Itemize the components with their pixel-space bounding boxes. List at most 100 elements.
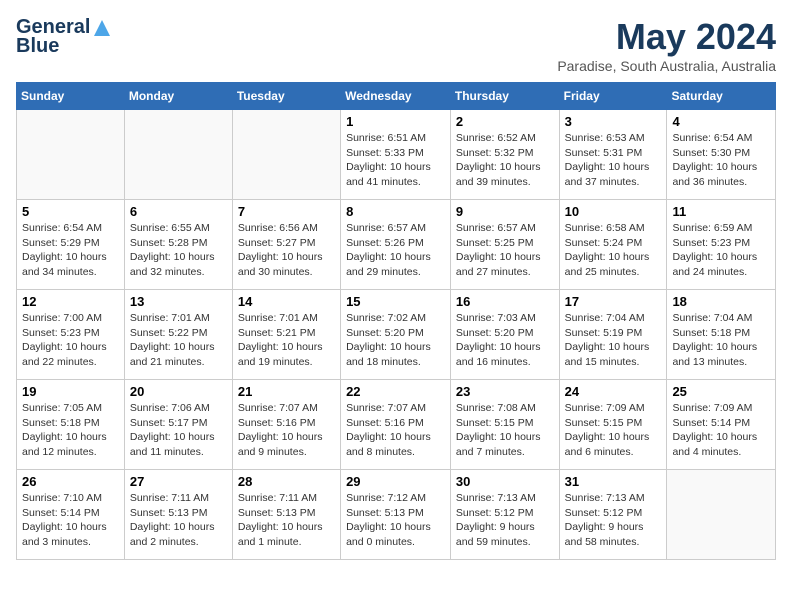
day-number: 7 bbox=[238, 204, 335, 219]
day-info: Sunrise: 6:51 AMSunset: 5:33 PMDaylight:… bbox=[346, 131, 445, 190]
calendar-cell: 10 Sunrise: 6:58 AMSunset: 5:24 PMDayligh… bbox=[559, 200, 667, 290]
day-number: 17 bbox=[565, 294, 662, 309]
calendar-cell: 26 Sunrise: 7:10 AMSunset: 5:14 PMDayligh… bbox=[17, 470, 125, 560]
col-header-monday: Monday bbox=[124, 83, 232, 110]
calendar-cell: 30Sunrise: 7:13 AMSunset: 5:12 PMDayligh… bbox=[450, 470, 559, 560]
calendar-cell: 24 Sunrise: 7:09 AMSunset: 5:15 PMDayligh… bbox=[559, 380, 667, 470]
day-number: 14 bbox=[238, 294, 335, 309]
calendar-cell: 13Sunrise: 7:01 AMSunset: 5:22 PMDayligh… bbox=[124, 290, 232, 380]
calendar-cell: 9Sunrise: 6:57 AMSunset: 5:25 PMDaylight… bbox=[450, 200, 559, 290]
day-number: 4 bbox=[672, 114, 770, 129]
calendar-cell: 2 Sunrise: 6:52 AMSunset: 5:32 PMDaylight… bbox=[450, 110, 559, 200]
calendar-cell: 17 Sunrise: 7:04 AMSunset: 5:19 PMDayligh… bbox=[559, 290, 667, 380]
logo: General Blue bbox=[16, 16, 112, 58]
day-info: Sunrise: 7:05 AMSunset: 5:18 PMDaylight:… bbox=[22, 401, 119, 460]
day-info: Sunrise: 7:08 AMSunset: 5:15 PMDaylight:… bbox=[456, 401, 554, 460]
calendar-cell: 22Sunrise: 7:07 AMSunset: 5:16 PMDayligh… bbox=[341, 380, 451, 470]
day-number: 18 bbox=[672, 294, 770, 309]
calendar-cell: 21 Sunrise: 7:07 AMSunset: 5:16 PMDayligh… bbox=[232, 380, 340, 470]
calendar-cell: 25 Sunrise: 7:09 AMSunset: 5:14 PMDayligh… bbox=[667, 380, 776, 470]
day-info: Sunrise: 6:54 AMSunset: 5:29 PMDaylight:… bbox=[22, 221, 119, 280]
calendar-week-row: 26 Sunrise: 7:10 AMSunset: 5:14 PMDayligh… bbox=[17, 470, 776, 560]
col-header-saturday: Saturday bbox=[667, 83, 776, 110]
day-number: 20 bbox=[130, 384, 227, 399]
day-number: 28 bbox=[238, 474, 335, 489]
day-number: 13 bbox=[130, 294, 227, 309]
day-info: Sunrise: 6:58 AMSunset: 5:24 PMDaylight:… bbox=[565, 221, 662, 280]
day-info: Sunrise: 6:56 AMSunset: 5:27 PMDaylight:… bbox=[238, 221, 335, 280]
day-info: Sunrise: 7:03 AMSunset: 5:20 PMDaylight:… bbox=[456, 311, 554, 370]
day-info: Sunrise: 7:09 AMSunset: 5:15 PMDaylight:… bbox=[565, 401, 662, 460]
calendar-cell bbox=[232, 110, 340, 200]
day-number: 23 bbox=[456, 384, 554, 399]
title-area: May 2024 Paradise, South Australia, Aust… bbox=[557, 16, 776, 74]
day-info: Sunrise: 6:57 AMSunset: 5:26 PMDaylight:… bbox=[346, 221, 445, 280]
calendar-cell: 29Sunrise: 7:12 AMSunset: 5:13 PMDayligh… bbox=[341, 470, 451, 560]
day-number: 5 bbox=[22, 204, 119, 219]
day-number: 10 bbox=[565, 204, 662, 219]
day-info: Sunrise: 7:04 AMSunset: 5:18 PMDaylight:… bbox=[672, 311, 770, 370]
calendar-cell: 5 Sunrise: 6:54 AMSunset: 5:29 PMDaylight… bbox=[17, 200, 125, 290]
calendar-week-row: 19 Sunrise: 7:05 AMSunset: 5:18 PMDayligh… bbox=[17, 380, 776, 470]
day-number: 19 bbox=[22, 384, 119, 399]
calendar-cell: 14Sunrise: 7:01 AMSunset: 5:21 PMDayligh… bbox=[232, 290, 340, 380]
day-number: 9 bbox=[456, 204, 554, 219]
calendar-cell bbox=[124, 110, 232, 200]
calendar-cell: 7 Sunrise: 6:56 AMSunset: 5:27 PMDaylight… bbox=[232, 200, 340, 290]
day-number: 25 bbox=[672, 384, 770, 399]
day-number: 12 bbox=[22, 294, 119, 309]
day-number: 26 bbox=[22, 474, 119, 489]
day-number: 3 bbox=[565, 114, 662, 129]
calendar-cell: 15 Sunrise: 7:02 AMSunset: 5:20 PMDayligh… bbox=[341, 290, 451, 380]
calendar-cell: 20 Sunrise: 7:06 AMSunset: 5:17 PMDayligh… bbox=[124, 380, 232, 470]
day-info: Sunrise: 7:04 AMSunset: 5:19 PMDaylight:… bbox=[565, 311, 662, 370]
calendar-cell: 19 Sunrise: 7:05 AMSunset: 5:18 PMDayligh… bbox=[17, 380, 125, 470]
calendar-cell: 4 Sunrise: 6:54 AMSunset: 5:30 PMDaylight… bbox=[667, 110, 776, 200]
day-info: Sunrise: 7:11 AMSunset: 5:13 PMDaylight:… bbox=[238, 491, 335, 550]
day-number: 30 bbox=[456, 474, 554, 489]
logo-arrow-icon bbox=[92, 18, 112, 38]
day-number: 24 bbox=[565, 384, 662, 399]
day-info: Sunrise: 7:12 AMSunset: 5:13 PMDaylight:… bbox=[346, 491, 445, 550]
day-number: 6 bbox=[130, 204, 227, 219]
col-header-friday: Friday bbox=[559, 83, 667, 110]
calendar-cell: 1Sunrise: 6:51 AMSunset: 5:33 PMDaylight… bbox=[341, 110, 451, 200]
day-info: Sunrise: 6:52 AMSunset: 5:32 PMDaylight:… bbox=[456, 131, 554, 190]
calendar-cell bbox=[17, 110, 125, 200]
day-info: Sunrise: 7:07 AMSunset: 5:16 PMDaylight:… bbox=[346, 401, 445, 460]
calendar-week-row: 12 Sunrise: 7:00 AMSunset: 5:23 PMDayligh… bbox=[17, 290, 776, 380]
calendar-cell: 31 Sunrise: 7:13 AMSunset: 5:12 PMDayligh… bbox=[559, 470, 667, 560]
day-info: Sunrise: 6:54 AMSunset: 5:30 PMDaylight:… bbox=[672, 131, 770, 190]
day-number: 21 bbox=[238, 384, 335, 399]
calendar-cell: 11Sunrise: 6:59 AMSunset: 5:23 PMDayligh… bbox=[667, 200, 776, 290]
day-info: Sunrise: 7:11 AMSunset: 5:13 PMDaylight:… bbox=[130, 491, 227, 550]
day-info: Sunrise: 7:13 AMSunset: 5:12 PMDaylight:… bbox=[565, 491, 662, 550]
day-info: Sunrise: 7:10 AMSunset: 5:14 PMDaylight:… bbox=[22, 491, 119, 550]
calendar-cell: 28 Sunrise: 7:11 AMSunset: 5:13 PMDayligh… bbox=[232, 470, 340, 560]
day-info: Sunrise: 6:59 AMSunset: 5:23 PMDaylight:… bbox=[672, 221, 770, 280]
calendar-table: SundayMondayTuesdayWednesdayThursdayFrid… bbox=[16, 82, 776, 560]
calendar-cell: 6Sunrise: 6:55 AMSunset: 5:28 PMDaylight… bbox=[124, 200, 232, 290]
day-info: Sunrise: 6:53 AMSunset: 5:31 PMDaylight:… bbox=[565, 131, 662, 190]
page-header: General Blue May 2024 Paradise, South Au… bbox=[16, 16, 776, 74]
calendar-cell: 8Sunrise: 6:57 AMSunset: 5:26 PMDaylight… bbox=[341, 200, 451, 290]
day-info: Sunrise: 7:00 AMSunset: 5:23 PMDaylight:… bbox=[22, 311, 119, 370]
day-info: Sunrise: 7:02 AMSunset: 5:20 PMDaylight:… bbox=[346, 311, 445, 370]
day-number: 27 bbox=[130, 474, 227, 489]
col-header-tuesday: Tuesday bbox=[232, 83, 340, 110]
day-info: Sunrise: 7:06 AMSunset: 5:17 PMDaylight:… bbox=[130, 401, 227, 460]
month-year-title: May 2024 bbox=[557, 16, 776, 58]
col-header-sunday: Sunday bbox=[17, 83, 125, 110]
day-info: Sunrise: 7:09 AMSunset: 5:14 PMDaylight:… bbox=[672, 401, 770, 460]
col-header-wednesday: Wednesday bbox=[341, 83, 451, 110]
day-number: 2 bbox=[456, 114, 554, 129]
calendar-week-row: 5 Sunrise: 6:54 AMSunset: 5:29 PMDaylight… bbox=[17, 200, 776, 290]
location-subtitle: Paradise, South Australia, Australia bbox=[557, 58, 776, 74]
col-header-thursday: Thursday bbox=[450, 83, 559, 110]
day-number: 31 bbox=[565, 474, 662, 489]
day-info: Sunrise: 7:07 AMSunset: 5:16 PMDaylight:… bbox=[238, 401, 335, 460]
day-number: 15 bbox=[346, 294, 445, 309]
calendar-cell: 27 Sunrise: 7:11 AMSunset: 5:13 PMDayligh… bbox=[124, 470, 232, 560]
calendar-cell: 23 Sunrise: 7:08 AMSunset: 5:15 PMDayligh… bbox=[450, 380, 559, 470]
calendar-header-row: SundayMondayTuesdayWednesdayThursdayFrid… bbox=[17, 83, 776, 110]
